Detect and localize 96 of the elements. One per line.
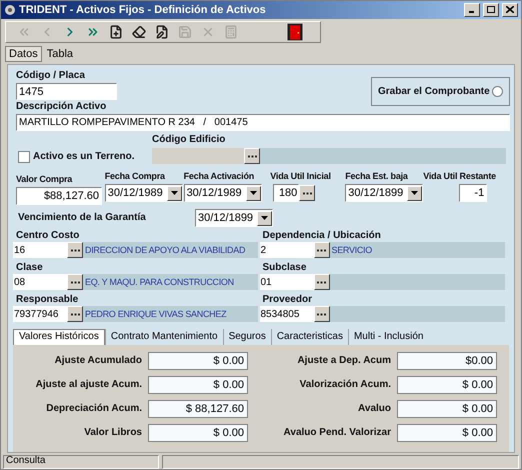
ellipsis-icon (317, 280, 326, 284)
field-label: Subclase (262, 262, 308, 274)
browse-button[interactable] (299, 185, 316, 201)
lookup-description: EQ. Y MAQU. PARA CONSTRUCCION (85, 278, 234, 286)
field-label: Valorización Acum. (300, 378, 391, 391)
amount-field[interactable]: $0.00 (397, 352, 497, 370)
amount-field[interactable]: $ 0.00 (148, 352, 248, 370)
ellipsis-icon (70, 280, 80, 284)
edit-document-icon (155, 24, 169, 39)
ellipsis-icon (302, 192, 312, 194)
view-tab[interactable]: Datos (5, 46, 42, 62)
lookup-description: DIRECCION DE APOYO ALA VIABILIDAD (85, 246, 246, 254)
field-label: Código / Placa (16, 70, 86, 82)
field-label: Fecha Activación (184, 170, 256, 182)
minimize-button[interactable] (464, 2, 480, 17)
close-button[interactable] (502, 2, 518, 17)
code-field[interactable]: 1475 (16, 83, 117, 100)
radio-button[interactable] (492, 86, 503, 97)
number-field[interactable]: -1 (459, 184, 488, 202)
amount-field[interactable]: $ 0.00 (148, 376, 248, 394)
maximize-icon (487, 6, 495, 14)
caret-icon (170, 191, 178, 195)
date-field[interactable]: 30/12/1899 (195, 209, 273, 227)
dropdown-button[interactable] (407, 186, 422, 200)
close-icon (506, 6, 514, 14)
view-tab[interactable]: Tabla (44, 46, 76, 62)
calculator-icon (224, 24, 238, 39)
code-field[interactable]: 79377946 (13, 306, 67, 322)
field-label: Depreciación Acum. (46, 402, 142, 415)
field-label: Vencimiento de la Garantía (18, 212, 147, 224)
new-document-icon (109, 24, 123, 39)
eraser-icon (132, 24, 146, 39)
amount-field[interactable]: $ 0.00 (397, 376, 497, 394)
amount-field[interactable]: $ 88,127.60 (148, 400, 248, 418)
browse-button[interactable] (314, 274, 330, 290)
date-field[interactable]: 30/12/1899 (345, 184, 424, 202)
browse-button[interactable] (314, 306, 330, 322)
number-field[interactable]: 180 (273, 184, 300, 202)
ellipsis-icon (317, 248, 326, 252)
field-label: Fecha Est. baja (345, 170, 409, 182)
browse-button[interactable] (244, 148, 260, 164)
amount-field[interactable]: $ 0.00 (397, 424, 497, 442)
date-field[interactable]: 30/12/1989 (184, 184, 262, 202)
detail-tab[interactable]: Valores Históricos (13, 328, 105, 345)
field-label: Proveedor (262, 294, 313, 306)
field-label: Vida Util Inicial (270, 170, 332, 182)
caret-icon (411, 191, 418, 195)
lookup-description: SERVICIO (332, 246, 372, 254)
lookup-description: PEDRO ENRIQUE VIVAS SANCHEZ (85, 310, 226, 318)
field-label: Ajuste Acumulado (54, 354, 142, 367)
code-field[interactable]: 2 (260, 242, 314, 258)
ellipsis-icon (317, 312, 326, 316)
amount-field[interactable]: $ 0.00 (148, 424, 248, 442)
field-label: Grabar el Comprobante (378, 86, 490, 98)
window-title: TRIDENT - Activos Fijos - Definición de Activos (19, 2, 267, 18)
caret-icon (261, 216, 268, 220)
field-label: Dependencia / Ubicación (262, 230, 382, 242)
ellipsis-icon (248, 154, 256, 158)
field-label: Valor Compra (16, 173, 74, 185)
ellipsis-icon (70, 312, 80, 316)
code-field[interactable]: 8534805 (260, 306, 314, 322)
field-label: Avaluo (358, 402, 391, 415)
description-field[interactable]: MARTILLO ROMPEPAVIMENTO R 234 / 001475 (16, 114, 510, 131)
code-field[interactable]: 01 (260, 274, 314, 290)
field-label: Descripción Activo (16, 101, 108, 113)
browse-button[interactable] (67, 242, 83, 258)
code-field[interactable]: 08 (13, 274, 67, 290)
field-label: Fecha Compra (104, 170, 166, 182)
date-field[interactable]: 30/12/1989 (104, 184, 183, 202)
field-label: Responsable (16, 294, 80, 306)
field-label: Código Edificio (152, 134, 226, 146)
checkbox[interactable] (18, 151, 30, 163)
amount-field[interactable]: $88,127.60 (16, 187, 102, 205)
dropdown-button[interactable] (257, 210, 272, 226)
field-label: Ajuste al ajuste Acum. (36, 378, 142, 391)
field-label: Valor Libros (84, 426, 142, 439)
browse-button[interactable] (67, 274, 83, 290)
door-icon (285, 22, 305, 42)
field-label: Clase (16, 262, 44, 274)
field-label: Vida Util Restante (423, 170, 497, 182)
dropdown-button[interactable] (166, 186, 182, 200)
ellipsis-icon (70, 248, 80, 252)
dropdown-button[interactable] (246, 186, 261, 200)
app-icon (4, 4, 16, 16)
field-label: Avaluo Pend. Valorizar (284, 426, 391, 439)
amount-field[interactable]: $ 0.00 (397, 400, 497, 418)
save-icon (178, 24, 192, 39)
browse-button[interactable] (67, 306, 83, 322)
code-field[interactable]: 16 (13, 242, 67, 258)
field-label: Ajuste a Dep. Acum (297, 354, 391, 367)
browse-button[interactable] (314, 242, 330, 258)
caret-icon (250, 191, 257, 195)
status-text: Consulta (3, 455, 159, 469)
field-label: Centro Costo (16, 230, 80, 242)
maximize-button[interactable] (483, 2, 499, 17)
field-label: Activo es un Terreno. (33, 151, 135, 163)
